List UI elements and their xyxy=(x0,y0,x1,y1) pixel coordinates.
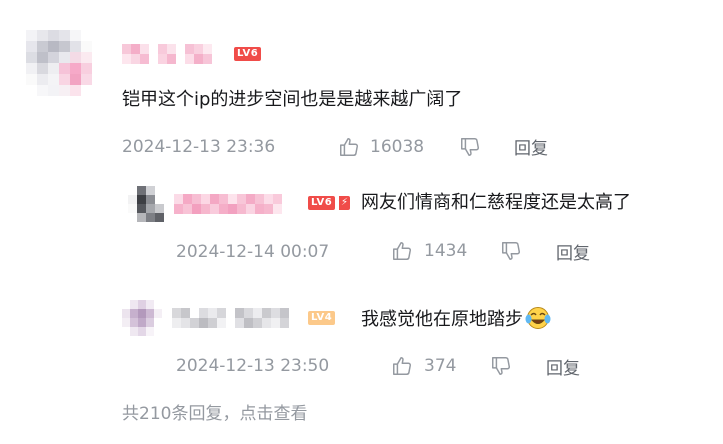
reply-time: 2024-12-14 00:07 xyxy=(176,242,330,262)
comment-text: 铠甲这个ip的进步空间也是是越来越广阔了 xyxy=(122,89,463,110)
like-count: 16038 xyxy=(370,137,425,157)
level-badge: LV6 xyxy=(308,196,336,210)
thumbs-down-icon[interactable] xyxy=(500,240,522,262)
thumbs-up-icon[interactable] xyxy=(338,136,360,158)
thumbs-down-icon[interactable] xyxy=(490,355,512,377)
level-badge: LV6 xyxy=(234,47,262,61)
view-more-replies-link[interactable]: 共210条回复，点击查看 xyxy=(122,403,307,425)
thumbs-up-icon[interactable] xyxy=(391,355,413,377)
like-count: 1434 xyxy=(424,241,468,261)
reply-time: 2024-12-13 23:50 xyxy=(176,356,330,376)
reply-username[interactable] xyxy=(174,194,282,214)
reply-button[interactable]: 回复 xyxy=(546,358,580,380)
reply-button[interactable]: 回复 xyxy=(556,243,590,265)
lightning-icon: ⚡ xyxy=(339,196,350,210)
reply-button[interactable]: 回复 xyxy=(514,138,548,160)
username[interactable] xyxy=(122,44,212,64)
reply-avatar[interactable] xyxy=(122,300,162,336)
comment-time: 2024-12-13 23:36 xyxy=(122,137,276,157)
thumbs-up-icon[interactable] xyxy=(391,240,413,262)
level-badge: LV4 xyxy=(308,311,336,325)
thumbs-down-icon[interactable] xyxy=(459,136,481,158)
like-count: 374 xyxy=(424,356,457,376)
reply-avatar[interactable] xyxy=(128,186,164,222)
avatar[interactable] xyxy=(26,30,92,96)
crying-laughing-emoji-icon xyxy=(525,307,551,329)
reply-username[interactable] xyxy=(172,308,289,328)
reply-text: 网友们情商和仁慈程度还是太高了 xyxy=(361,192,631,213)
reply-text-body: 我感觉他在原地踏步 xyxy=(361,309,523,330)
reply-text: 我感觉他在原地踏步 xyxy=(361,306,551,332)
